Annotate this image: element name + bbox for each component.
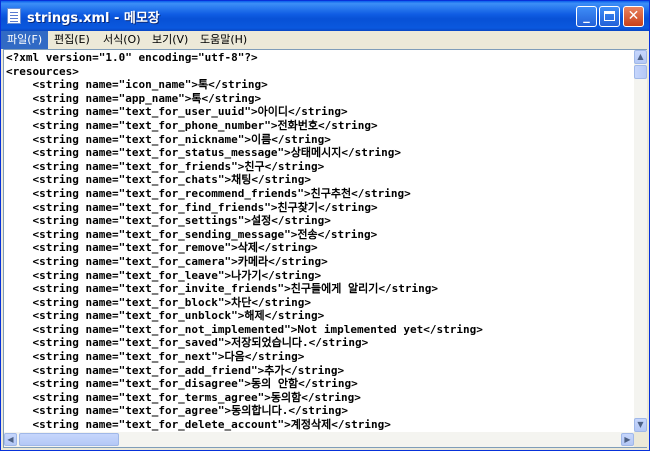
menu-help[interactable]: 도움말(H) bbox=[194, 31, 253, 49]
text-line: <string name="text_for_add_friend">추가</s… bbox=[6, 363, 345, 377]
horizontal-scroll-thumb[interactable] bbox=[19, 433, 119, 446]
text-line: <string name="text_for_disagree">동의 안함</… bbox=[6, 377, 358, 391]
vertical-scroll-thumb[interactable] bbox=[634, 65, 647, 79]
text-line: <string name="text_for_terms_agree">동의함<… bbox=[6, 390, 361, 404]
text-line: <string name="text_for_remove">삭제</strin… bbox=[6, 241, 318, 255]
menu-view[interactable]: 보기(V) bbox=[146, 31, 194, 49]
text-line: <?xml version="1.0" encoding="utf-8"?> bbox=[6, 51, 258, 64]
text-line: <string name="text_for_nickname">이름</str… bbox=[6, 132, 331, 146]
title-bar[interactable]: strings.xml - 메모장 _ ✕ bbox=[1, 1, 649, 31]
scroll-up-button[interactable]: ▲ bbox=[634, 50, 647, 64]
text-line: <string name="text_for_not_implemented">… bbox=[6, 322, 483, 336]
text-line: <string name="text_for_chats">채팅</string… bbox=[6, 173, 312, 187]
menu-edit[interactable]: 편집(E) bbox=[48, 31, 96, 49]
text-line: <string name="text_for_camera">카메라</stri… bbox=[6, 254, 328, 268]
text-line: <string name="text_for_invite_friends">친… bbox=[6, 282, 438, 296]
scroll-left-button[interactable]: ◀ bbox=[4, 433, 17, 446]
scrollbar-corner bbox=[634, 432, 647, 447]
text-line: <string name="text_for_delete_account">계… bbox=[6, 418, 391, 432]
text-line: <string name="text_for_recommend_friends… bbox=[6, 186, 411, 200]
maximize-icon bbox=[604, 11, 615, 21]
menu-file[interactable]: 파일(F) bbox=[1, 31, 49, 49]
text-line: <string name="app_name">톡</string> bbox=[6, 91, 262, 105]
notepad-window: strings.xml - 메모장 _ ✕ 파일(F) 편집(E) 서식(O) … bbox=[0, 0, 650, 451]
text-line: <string name="icon_name">톡</string> bbox=[6, 78, 268, 92]
text-line: <string name="text_for_agree">동의합니다.</st… bbox=[6, 404, 348, 418]
menu-format[interactable]: 서식(O) bbox=[97, 31, 146, 49]
text-content[interactable]: <?xml version="1.0" encoding="utf-8"?> <r… bbox=[4, 50, 634, 432]
notepad-icon[interactable] bbox=[7, 8, 21, 24]
text-line: <string name="text_for_next">다음</string> bbox=[6, 350, 305, 364]
text-line: <string name="text_for_user_uuid">아이디</s… bbox=[6, 105, 348, 119]
text-line: <resources> bbox=[6, 64, 79, 78]
maximize-button[interactable] bbox=[599, 6, 620, 27]
editor: <?xml version="1.0" encoding="utf-8"?> <r… bbox=[3, 49, 647, 448]
vertical-scrollbar[interactable]: ▲ ▼ bbox=[634, 50, 647, 432]
scroll-down-button[interactable]: ▼ bbox=[634, 418, 647, 432]
text-line: <string name="text_for_phone_number">전화번… bbox=[6, 118, 378, 132]
close-button[interactable]: ✕ bbox=[623, 6, 644, 27]
text-line: <string name="text_for_sending_message">… bbox=[6, 227, 378, 241]
text-line: <string name="text_for_leave">나가기</strin… bbox=[6, 268, 322, 282]
text-line: <string name="text_for_block">차단</string… bbox=[6, 295, 312, 309]
scroll-right-button[interactable]: ▶ bbox=[621, 433, 634, 446]
minimize-button[interactable]: _ bbox=[576, 6, 597, 27]
text-line: <string name="text_for_status_message">상… bbox=[6, 146, 401, 160]
menu-bar: 파일(F) 편집(E) 서식(O) 보기(V) 도움말(H) bbox=[1, 31, 649, 49]
text-line: <string name="text_for_settings">설정</str… bbox=[6, 214, 331, 228]
text-line: <string name="text_for_saved">저장되었습니다.</… bbox=[6, 336, 369, 350]
text-line: <string name="text_for_unblock">해제</stri… bbox=[6, 309, 325, 323]
window-title: strings.xml - 메모장 bbox=[27, 11, 160, 26]
text-line: <string name="text_for_find_friends">친구찾… bbox=[6, 200, 378, 214]
horizontal-scrollbar[interactable]: ◀ ▶ bbox=[4, 432, 634, 447]
text-line: <string name="text_for_friends">친구</stri… bbox=[6, 159, 325, 173]
